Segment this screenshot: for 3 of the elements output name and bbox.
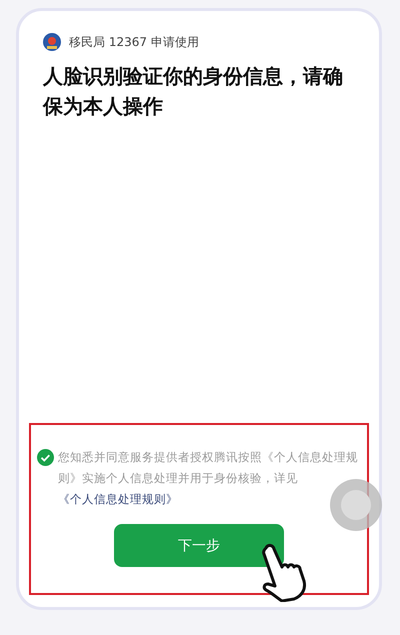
page-title: 人脸识别验证你的身份信息，请确保为本人操作	[43, 63, 344, 120]
app-name: 移民局 12367 申请使用	[69, 34, 199, 50]
rules-link[interactable]: 《个人信息处理规则》	[58, 492, 178, 506]
